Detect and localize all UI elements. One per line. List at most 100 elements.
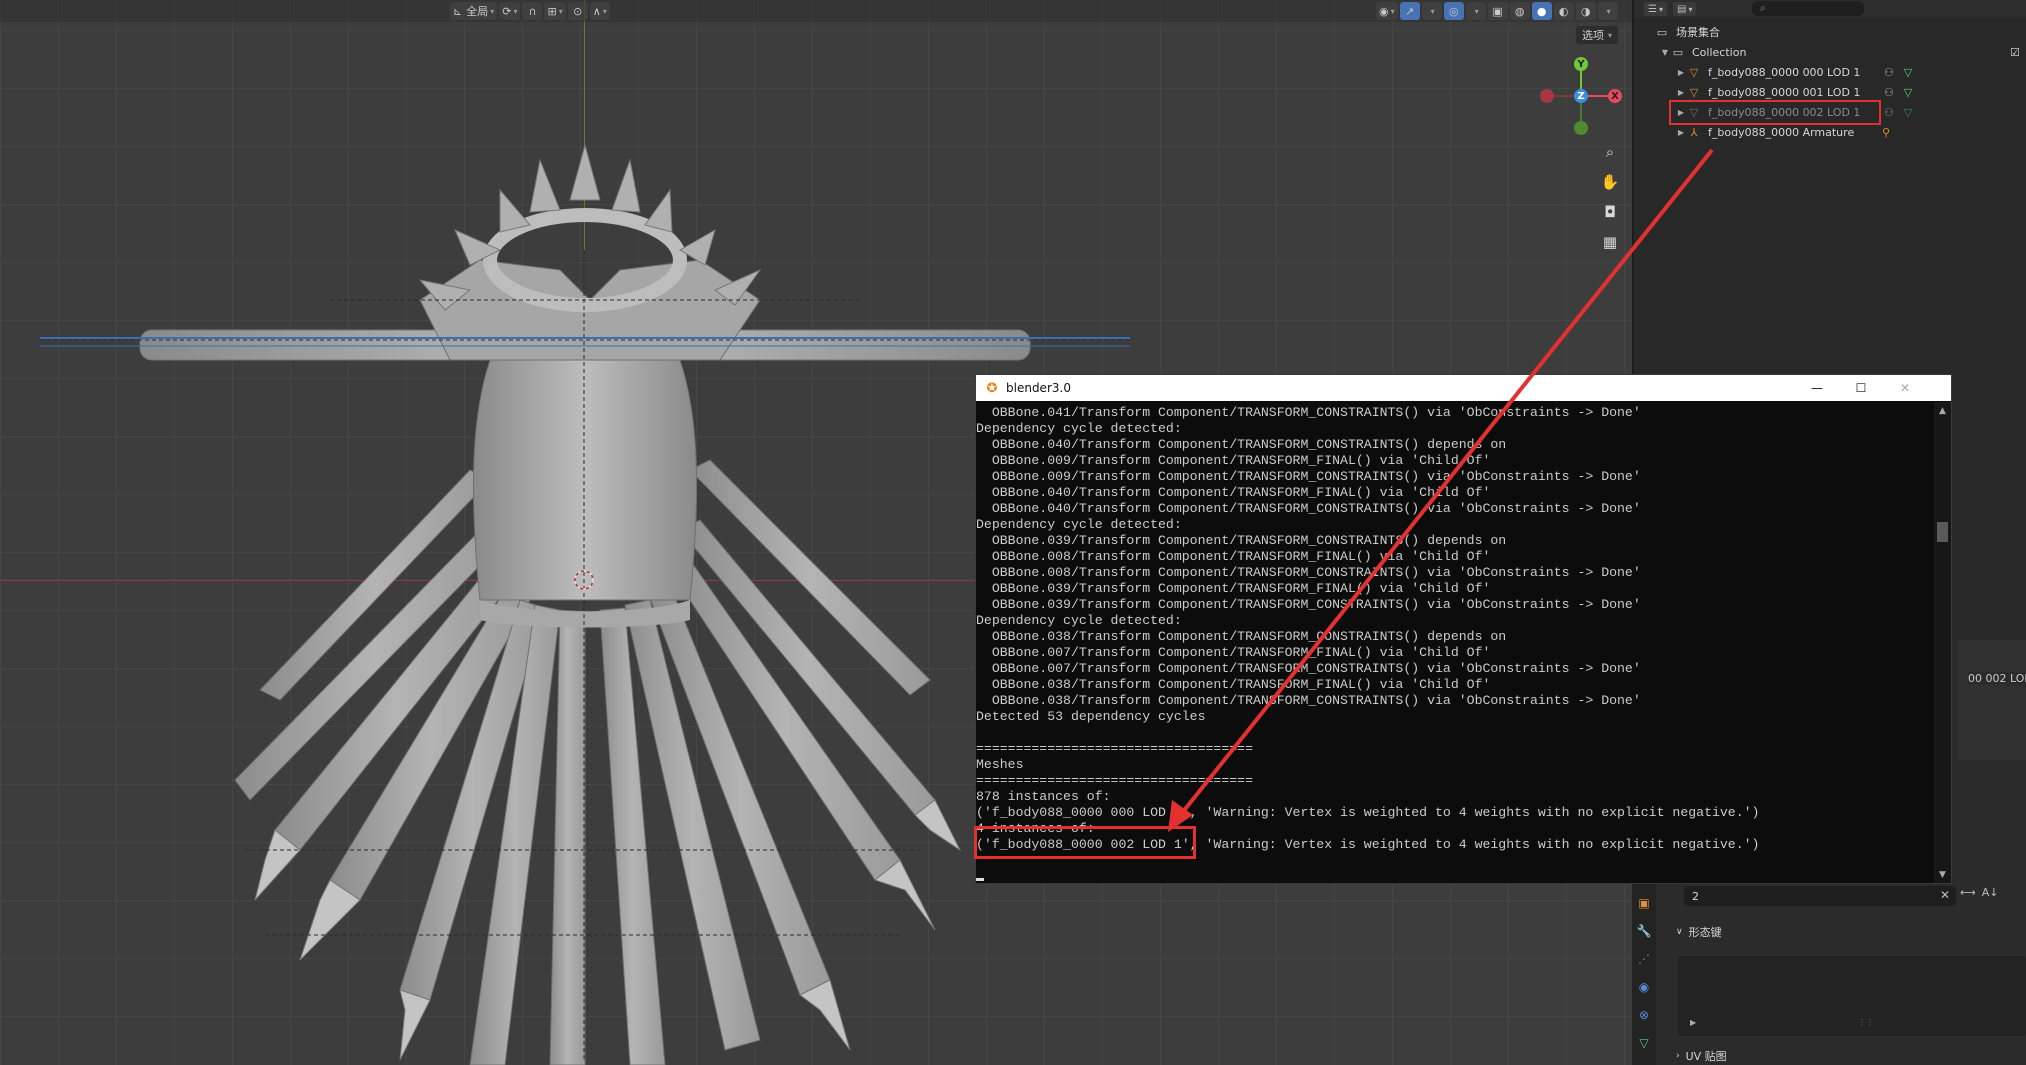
close-button[interactable]: ✕ [1883,375,1927,401]
header-right-tools: ◉ ▾ ↗ ▾ ◎ ▾ ▣ ◍ ● ◐ ◑ ▾ [1376,2,1620,20]
camera-icon[interactable]: ◘ [1598,200,1622,224]
console-lines: OBBone.041/Transform Component/TRANSFORM… [976,405,1934,853]
console-line: OBBone.008/Transform Component/TRANSFORM… [976,565,1641,580]
filter-dropdown[interactable]: ▤ ▾ [1672,2,1697,16]
outliner-item-armature[interactable]: ▶ ⅄ f_body088_0000 Armature ⚲ [1634,122,2026,142]
constraints-icon[interactable]: ⊗ [1635,1006,1653,1024]
particles-icon[interactable]: ⋰ [1635,950,1653,968]
rendered-sphere-icon: ◑ [1580,4,1591,18]
blender-logo-icon: ✪ [986,380,998,396]
gizmo-negy-axis[interactable] [1574,121,1588,135]
console-line: OBBone.038/Transform Component/TRANSFORM… [976,629,1507,644]
shape-keys-panel-header[interactable]: ∨ 形态键 [1676,924,1722,940]
close-icon: ✕ [1899,381,1911,395]
console-line: OBBone.039/Transform Component/TRANSFORM… [976,533,1507,548]
sort-icon[interactable]: A↓ [1982,886,1999,899]
transform-orientation-dropdown[interactable]: ⊾ 全局 ▾ [450,2,498,20]
mesh-icon: ▽ [1689,65,1699,79]
snap-target-dropdown[interactable]: ⊞ ▾ [544,2,566,20]
collection-row[interactable]: ▼ ▭ Collection ☑ [1634,42,2026,62]
shape-keys-list[interactable]: ▶ ⋮⋮ [1678,956,2026,1036]
chevron-down-icon: ∨ [1676,927,1683,937]
shading-solid[interactable]: ● [1531,2,1552,20]
clear-field-icon[interactable]: ✕ [1940,888,1950,902]
wrench-icon[interactable]: 🔧 [1635,922,1653,940]
physics-icon[interactable]: ◉ [1635,978,1653,996]
console-line: OBBone.009/Transform Component/TRANSFORM… [976,469,1641,484]
minimize-button[interactable]: — [1795,375,1839,401]
wireframe-sphere-icon: ◍ [1514,4,1525,18]
expand-arrow-icon[interactable]: ▶ [1676,128,1686,137]
outliner-item-lod-000[interactable]: ▶ ▽ f_body088_0000 000 LOD 1 ⚇ ▽ [1634,62,2026,82]
console-line: =================================== [976,741,1253,756]
scrollbar-thumb[interactable] [1937,522,1948,542]
console-line: OBBone.041/Transform Component/TRANSFORM… [976,405,1641,420]
console-line: Detected 53 dependency cycles [976,709,1206,724]
zoom-icon[interactable]: ⌕ [1598,140,1622,164]
object-tab-icon[interactable]: ▣ [1635,894,1653,912]
grid-icon[interactable]: ▦ [1598,230,1622,254]
mesh-data-tab-icon[interactable]: ▽ [1635,1034,1653,1052]
console-line: =================================== [976,773,1253,788]
console-line: Dependency cycle detected: [976,517,1182,532]
overlays-toggle[interactable]: ◎ [1443,2,1464,20]
maximize-icon: ☐ [1855,381,1867,395]
overlays-dropdown[interactable]: ▾ [1465,2,1486,20]
console-scrollbar[interactable]: ▲ ▼ [1934,402,1951,883]
uv-maps-panel-header[interactable]: › UV 贴图 [1676,1048,1727,1064]
chevron-down-icon: ▾ [1430,6,1435,16]
console-titlebar[interactable]: ✪ blender3.0 — ☐ ✕ [976,375,1951,401]
scene-collection-row[interactable]: ▭ 场景集合 [1634,22,2026,42]
armature-icon: ⅄ [1690,125,1698,139]
filter-icon: ▤ [1676,3,1687,15]
falloff-curve-icon: ∧ [592,4,601,18]
scroll-up-icon[interactable]: ▲ [1934,402,1951,419]
row-pose-icons: ⚲ [1882,126,1890,139]
overlays-icon: ◎ [1448,4,1459,18]
visibility-dropdown[interactable]: ◉ ▾ [1376,2,1398,20]
pivot-point-button[interactable]: ⟳ ▾ [499,2,521,20]
hand-icon[interactable]: ✋ [1598,170,1622,194]
gizmo-negx-axis[interactable] [1540,89,1554,103]
search-icon: ⌕ [1760,3,1766,14]
gizmo-y-axis[interactable]: Y [1574,57,1588,71]
chevron-down-icon: ▾ [1606,6,1611,16]
row-modifier-icons: ⚇ ▽ [1884,66,1912,79]
display-mode-dropdown[interactable]: ☰ ▾ [1644,2,1667,16]
gizmo-toggle[interactable]: ↗ [1399,2,1420,20]
resize-handle-icon[interactable]: ⋮⋮ [1858,1018,1874,1027]
console-window[interactable]: ✪ blender3.0 — ☐ ✕ OBBone.041/Transform … [975,374,1952,884]
swap-icon[interactable]: ⟷ [1960,886,1976,899]
gizmo-z-axis[interactable]: Z [1574,89,1588,103]
chevron-down-icon: ▾ [513,6,518,16]
outliner-search-input[interactable]: ⌕ [1752,1,1864,16]
chevron-down-icon: ▾ [558,6,563,16]
expand-arrow-icon[interactable]: ▼ [1660,48,1670,57]
scroll-down-icon[interactable]: ▼ [1934,866,1951,883]
shading-dropdown[interactable]: ▾ [1597,2,1618,20]
expand-arrow-icon[interactable]: ▶ [1676,68,1686,77]
xray-toggle[interactable]: ▣ [1487,2,1508,20]
navigation-gizmo[interactable]: Y X Z [1540,55,1622,135]
collection-checkbox[interactable]: ☑ [2010,46,2020,59]
snap-toggle[interactable]: ∩ [522,2,543,20]
expand-arrow-icon[interactable]: ▶ [1676,88,1686,97]
proportional-edit-toggle[interactable]: ⊙ [567,2,588,20]
options-dropdown[interactable]: 选项 ▾ [1576,26,1619,44]
gizmo-dropdown[interactable]: ▾ [1421,2,1442,20]
shading-rendered[interactable]: ◑ [1575,2,1596,20]
console-line: OBBone.007/Transform Component/TRANSFORM… [976,661,1641,676]
mesh-icon: ▽ [1689,85,1699,99]
expand-arrow-icon[interactable]: ▶ [1690,1018,1696,1027]
collection-icon: ▭ [1672,45,1684,59]
shading-material[interactable]: ◐ [1553,2,1574,20]
outliner-item-lod-001[interactable]: ▶ ▽ f_body088_0000 001 LOD 1 ⚇ ▽ [1634,82,2026,102]
falloff-dropdown[interactable]: ∧ ▾ [589,2,610,20]
scene-collection-icon: ▭ [1656,25,1668,39]
gizmo-x-axis[interactable]: X [1608,89,1622,103]
link-icon: ⟳ [502,4,512,18]
vertex-group-name-field[interactable]: 2 [1684,886,1956,906]
console-output[interactable]: OBBone.041/Transform Component/TRANSFORM… [976,402,1934,883]
shading-wireframe[interactable]: ◍ [1509,2,1530,20]
maximize-button[interactable]: ☐ [1839,375,1883,401]
